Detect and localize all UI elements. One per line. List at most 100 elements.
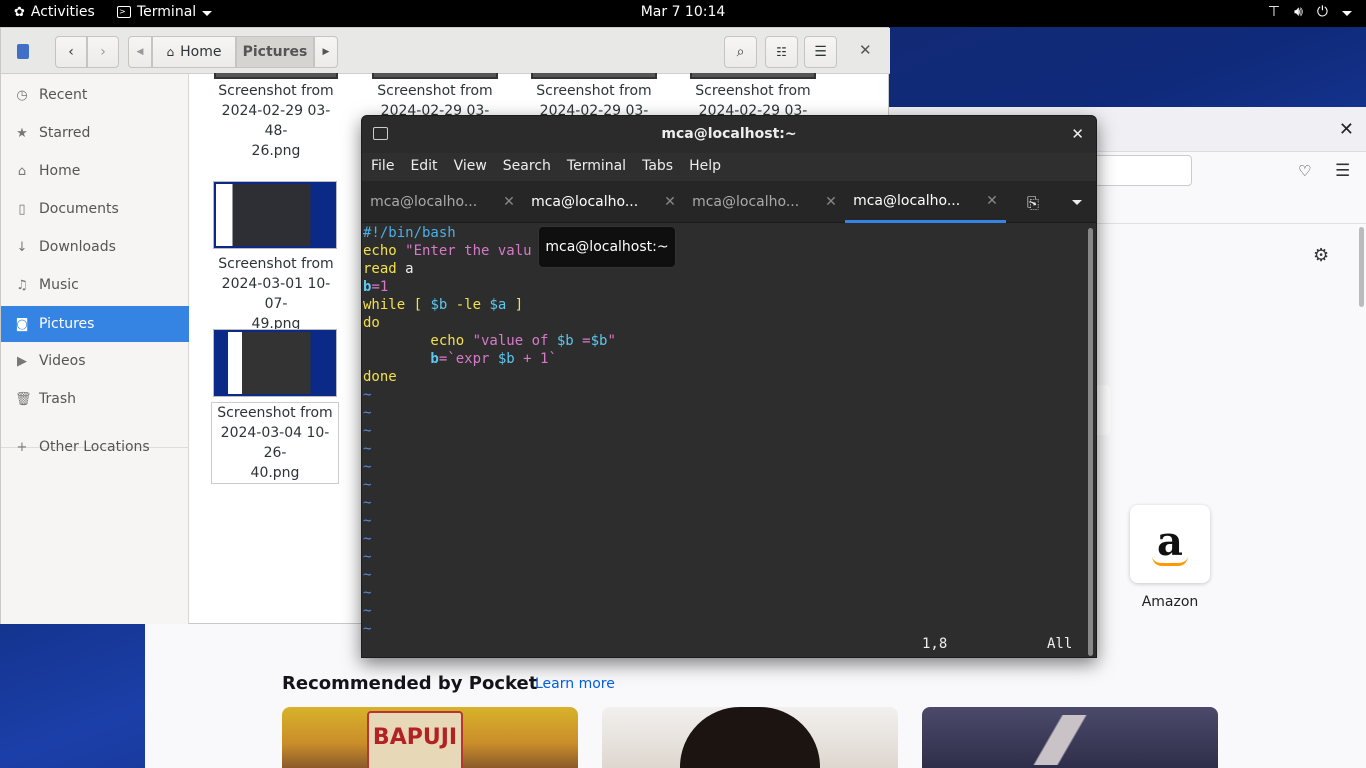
sidebar-item-label: Downloads xyxy=(39,239,116,255)
file-thumbnail[interactable] xyxy=(214,73,338,79)
sidebar-item-pictures[interactable]: ◙ Pictures xyxy=(1,306,189,342)
sidebar-item-starred[interactable]: ★ Starred xyxy=(1,115,189,151)
learn-more-link[interactable]: Learn more xyxy=(535,676,615,692)
breadcrumb-pictures[interactable]: Pictures xyxy=(236,36,314,68)
close-icon[interactable]: ✕ xyxy=(859,41,872,59)
gear-icon[interactable]: ⚙ xyxy=(1313,245,1329,266)
menu-search[interactable]: Search xyxy=(502,153,558,181)
tab-label: mca@localho... xyxy=(692,194,800,210)
terminal-tab[interactable]: mca@localho... ✕ xyxy=(523,181,684,223)
sidebar-item-label: Videos xyxy=(39,353,86,369)
amazon-shortcut-label[interactable]: Amazon xyxy=(1115,594,1225,610)
sidebar-item-other-locations[interactable]: + Other Locations xyxy=(1,429,189,465)
code-text: while [ xyxy=(363,297,431,313)
sidebar-item-music[interactable]: ♫ Music xyxy=(1,267,189,303)
empty-line-marker: ~ xyxy=(363,549,372,565)
file-item-label[interactable]: Screenshot from 2024-02-29 03-48- 26.png xyxy=(211,81,341,161)
search-button[interactable]: ⌕ xyxy=(724,36,757,68)
empty-line-marker: ~ xyxy=(363,531,372,547)
empty-line-marker: ~ xyxy=(363,603,372,619)
terminal-scrollbar[interactable] xyxy=(1088,228,1093,656)
top-bar: ✿ Activities > Terminal Mar 7 10:14 ⊤ 🔊︎… xyxy=(0,0,1366,27)
url-bar[interactable] xyxy=(1085,155,1192,186)
triangle-right-icon: ▶ xyxy=(322,47,330,57)
code-line: b=`expr $b + 1` xyxy=(363,350,1088,368)
empty-line-marker: ~ xyxy=(363,423,372,439)
tab-label: mca@localho... xyxy=(370,194,478,210)
code-line: done xyxy=(363,368,1088,386)
clock[interactable]: Mar 7 10:14 xyxy=(0,4,1366,20)
menu-view[interactable]: View xyxy=(453,153,494,181)
file-thumbnail[interactable] xyxy=(372,73,498,79)
file-item-label[interactable]: Screenshot from 2024-03-01 10-07- 49.png xyxy=(211,254,341,334)
code-text: + 1` xyxy=(514,351,557,367)
page-scrollbar[interactable] xyxy=(1359,227,1364,307)
amazon-shortcut-tile[interactable]: a xyxy=(1130,505,1210,583)
home-icon: ⌂ xyxy=(17,163,27,179)
menu-button[interactable]: ☰ xyxy=(804,36,837,68)
pocket-card-1[interactable]: BAPUJI xyxy=(282,707,578,768)
close-icon[interactable]: ✕ xyxy=(986,193,998,209)
sidebar-item-recent[interactable]: ◷ Recent xyxy=(1,77,189,113)
sidebar-item-label: Home xyxy=(39,163,81,179)
terminal-screen[interactable]: #!/bin/bash echo "Enter the valu read a … xyxy=(362,224,1088,657)
pocket-card-2[interactable] xyxy=(602,707,898,768)
menu-edit[interactable]: Edit xyxy=(409,153,444,181)
files-sidebar: ◷ Recent ★ Starred ⌂ Home ▯ Documents ↓ Downl… xyxy=(1,74,189,624)
forward-button[interactable]: › xyxy=(87,36,119,68)
file-thumbnail[interactable] xyxy=(690,73,816,79)
close-icon[interactable]: ✕ xyxy=(825,194,837,210)
file-thumbnail[interactable] xyxy=(213,181,337,249)
path-right-arrow[interactable]: ▶ xyxy=(314,36,338,68)
menu-file[interactable]: File xyxy=(370,153,401,181)
terminal-title[interactable]: mca@localhost:~ xyxy=(362,116,1096,153)
pocket-card-3[interactable] xyxy=(922,707,1218,768)
hamburger-menu-icon: ☰ xyxy=(814,44,827,60)
sidebar-item-documents[interactable]: ▯ Documents xyxy=(1,191,189,227)
code-line: echo "Enter the valu xyxy=(363,242,1088,260)
sidebar-item-label: Recent xyxy=(39,87,88,103)
view-toggle-button[interactable]: ☷ xyxy=(765,36,798,68)
close-icon[interactable]: ✕ xyxy=(1071,116,1084,153)
sidebar-item-videos[interactable]: ▶ Videos xyxy=(1,343,189,379)
amazon-smile-icon xyxy=(1152,556,1188,566)
terminal-tab[interactable]: mca@localho... ✕ xyxy=(362,181,523,223)
terminal-tab-active[interactable]: mca@localho... ✕ xyxy=(845,181,1006,223)
chevron-down-icon[interactable] xyxy=(1072,200,1082,205)
code-text: -le xyxy=(447,297,490,313)
sidebar-item-label: Other Locations xyxy=(39,439,150,455)
code-text: read xyxy=(363,261,397,277)
path-left-arrow[interactable]: ◀ xyxy=(128,36,152,68)
files-app-icon xyxy=(17,44,29,59)
file-name-line: 2024-03-01 10-07- xyxy=(221,276,331,312)
sidebar-item-trash[interactable]: 🗑︎ Trash xyxy=(1,381,189,417)
code-text: =`expr xyxy=(438,351,498,367)
sidebar-item-downloads[interactable]: ↓ Downloads xyxy=(1,229,189,265)
menu-terminal[interactable]: Terminal xyxy=(566,153,633,181)
code-line: read a xyxy=(363,260,1088,278)
terminal-tab[interactable]: mca@localho... ✕ xyxy=(684,181,845,223)
close-icon[interactable]: ✕ xyxy=(503,194,515,210)
new-tab-icon[interactable]: ⎘ xyxy=(1027,194,1039,212)
code-text: $b xyxy=(590,333,608,349)
thumbnail-image xyxy=(216,184,334,246)
file-item-label[interactable]: Screenshot from 2024-03-04 10-26- 40.png xyxy=(211,402,339,484)
code-text: = xyxy=(573,333,591,349)
system-tray[interactable]: ⊤ 🔊︎ ⏻ xyxy=(1268,4,1352,20)
menu-tabs[interactable]: Tabs xyxy=(641,153,680,181)
file-thumbnail[interactable] xyxy=(213,329,337,397)
pocket-icon[interactable]: ♡ xyxy=(1298,162,1311,180)
hamburger-menu-icon[interactable]: ☰ xyxy=(1335,161,1350,181)
breadcrumb-home[interactable]: ⌂ Home xyxy=(152,36,236,68)
sidebar-item-home[interactable]: ⌂ Home xyxy=(1,153,189,189)
code-text: "value of xyxy=(472,333,557,349)
back-button[interactable]: ‹ xyxy=(55,36,87,68)
close-icon[interactable]: ✕ xyxy=(664,194,676,210)
file-thumbnail[interactable] xyxy=(531,73,657,79)
sidebar-item-label: Music xyxy=(39,277,79,293)
menu-help[interactable]: Help xyxy=(688,153,728,181)
code-text: done xyxy=(363,369,397,385)
code-text: " xyxy=(607,333,616,349)
code-text: echo xyxy=(363,333,473,349)
close-icon[interactable]: ✕ xyxy=(1339,119,1354,140)
